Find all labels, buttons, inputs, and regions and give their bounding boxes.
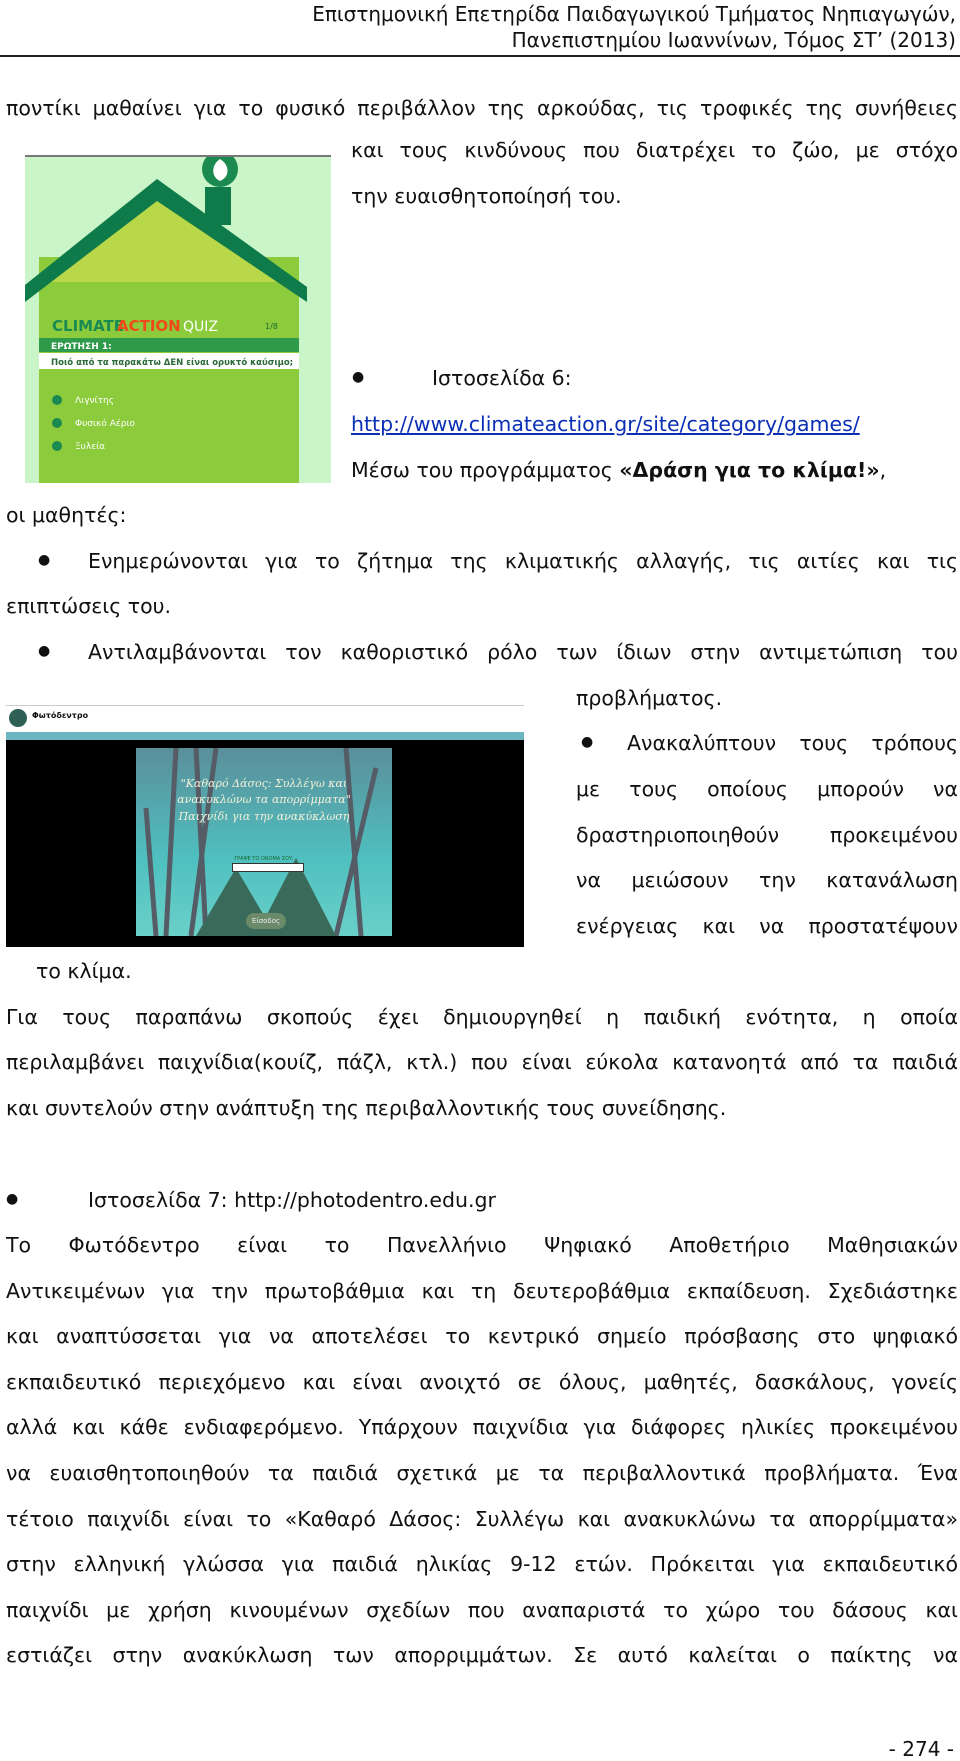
header-divider (0, 55, 960, 57)
text-line: περιλαμβάνει παιχνίδια(κουίζ, πάζλ, κτλ.… (6, 1050, 958, 1074)
text-line: επιπτώσεις του. (6, 594, 172, 618)
photodentro-game-screenshot: Φωτόδεντρο "Καθαρό Δάσος: Συλλέγω και αν… (6, 705, 524, 947)
quiz-counter: 1/8 (265, 322, 278, 331)
text-line: το κλίμα. (36, 959, 132, 983)
bullet-icon: ● (38, 552, 51, 568)
game-subtitle: Παιχνίδι για την ανακύκλωση (178, 810, 350, 823)
site7-label: Ιστοσελίδα 7: http://photodentro.edu.gr (88, 1188, 496, 1212)
logo-action: ACTION (117, 317, 181, 335)
text-line: τέτοιο παιχνίδι είναι το «Καθαρό Δάσος: … (6, 1506, 958, 1531)
text-line: Ανακαλύπτουν τους τρόπους (627, 731, 958, 755)
logo-climate: CLIMATE (52, 317, 124, 335)
question-label: ΕΡΩΤΗΣΗ 1: (51, 342, 112, 352)
climate-action-quiz-image: ΒΡΕΣ ΤΗ ΣΩΣΤΗ ΑΠΑΝΤΗΣΗ CLIMATE ACTION QU… (25, 151, 331, 483)
text-line: Αντικειμένων για την πρωτοβάθμια και τη … (6, 1278, 958, 1303)
quiz-option: Λιγνίτης (75, 396, 114, 406)
text-line: προβλήματος. (576, 686, 723, 710)
bullet-icon: ● (581, 734, 594, 750)
text-line: δραστηριοποιηθούν προκειμένου (576, 823, 958, 847)
text-line: Ενημερώνονται για το ζήτημα της κλιματικ… (88, 549, 958, 573)
text-line: αλλά και κάθε ενδιαφερόμενο. Υπάρχουν πα… (6, 1415, 958, 1440)
climateaction-link[interactable]: http://www.climateaction.gr/site/categor… (351, 412, 860, 436)
text-line: στην ελληνική γλώσσα για παιδιά ηλικίας … (6, 1552, 958, 1577)
text-line: Μέσω του προγράμματος «Δράση για το κλίμ… (351, 458, 887, 482)
text-line: και αναπτύσσεται για να αποτελέσει το κε… (6, 1324, 958, 1349)
bullet-icon: ● (6, 1191, 19, 1207)
name-input[interactable] (232, 863, 304, 872)
text-line: ενέργειας και να προστατέψουν (576, 914, 958, 938)
logo-quiz: QUIZ (183, 319, 218, 335)
site6-label: Ιστοσελίδα 6: (432, 366, 572, 390)
text-line: την ευαισθητοποίησή του. (351, 184, 622, 208)
journal-header-line2: Πανεπιστημίου Ιωαννίνων, Τόμος ΣΤ’ (2013… (511, 28, 956, 52)
text-line: με τους οποίους μπορούν να (576, 777, 958, 801)
enter-button[interactable]: Είσοδος (246, 913, 286, 929)
text-line: Για τους παραπάνω σκοπούς έχει δημιουργη… (6, 1005, 958, 1029)
text-line: ποντίκι μαθαίνει για το φυσικό περιβάλλο… (6, 96, 958, 120)
photodentro-logo-icon (9, 709, 27, 727)
text-line: να ευαισθητοποιηθούν τα παιδιά σχετικά μ… (6, 1461, 958, 1485)
text-line: Το Φωτόδεντρο είναι το Πανελλήνιο Ψηφιακ… (6, 1233, 958, 1257)
game-title: "Καθαρό Δάσος: Συλλέγω και ανακυκλώνω τα… (177, 777, 351, 806)
question-text: Ποιό από τα παρακάτω ΔΕΝ είναι ορυκτό κα… (51, 357, 293, 368)
text-line: παιχνίδι με χρήση κινουμένων σχεδίων που… (6, 1597, 958, 1622)
quiz-option: Ξυλεία (75, 442, 105, 452)
text-line: οι μαθητές: (6, 503, 127, 527)
bullet-icon: ● (38, 643, 51, 659)
page-number: - 274 - (888, 1737, 954, 1761)
quiz-option: Φυσικό Αέριο (75, 418, 135, 429)
text-line: Αντιλαμβάνονται τον καθοριστικό ρόλο των… (88, 640, 958, 664)
text-line: να μειώσουν την κατανάλωση (576, 868, 958, 892)
name-prompt: ΓΡΑΨΕ ΤΟ ΟΝΟΜΑ ΣΟΥ: (234, 856, 294, 862)
text-line: εστιάζει στην ανακύκλωση των απορριμμάτω… (6, 1643, 958, 1668)
journal-header-line1: Επιστημονική Επετηρίδα Παιδαγωγικού Τμήμ… (312, 2, 956, 26)
text-line: εκπαιδευτικό περιεχόμενο και είναι ανοιχ… (6, 1369, 958, 1394)
text-line: και τους κινδύνους που διατρέχει το ζώο,… (351, 138, 958, 162)
text-line: και συντελούν στην ανάπτυξη της περιβαλλ… (6, 1096, 727, 1120)
site-name: Φωτόδεντρο (32, 711, 89, 720)
bullet-icon: ● (352, 369, 365, 385)
